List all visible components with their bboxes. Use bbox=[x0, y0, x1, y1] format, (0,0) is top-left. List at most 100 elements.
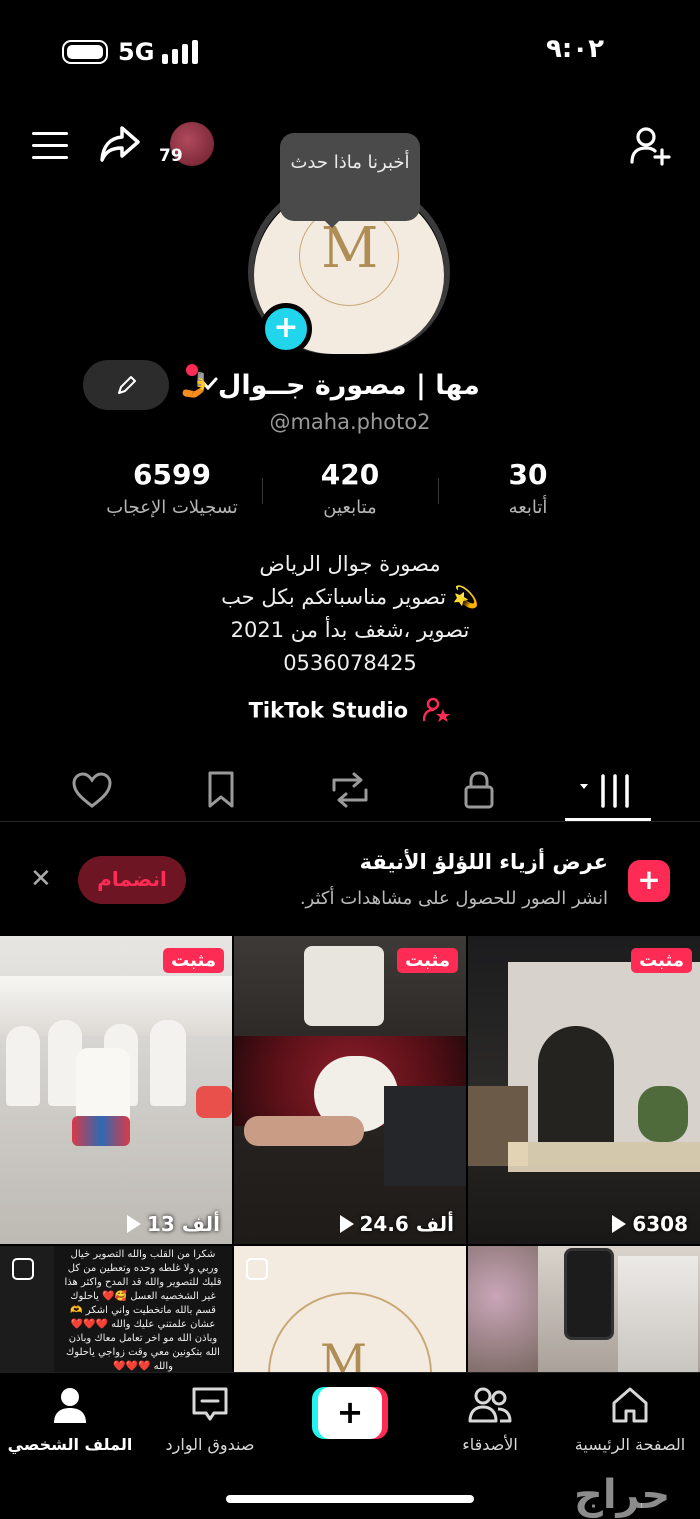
tab-reposts[interactable] bbox=[320, 768, 380, 812]
stat-following-label: أتابعه bbox=[508, 497, 548, 518]
stat-followers[interactable]: 420 متابعين bbox=[250, 458, 450, 518]
pinned-badge: مثبت bbox=[163, 948, 224, 973]
thumb-hand bbox=[244, 1116, 364, 1146]
handle-text: @maha.photo2 bbox=[269, 410, 431, 434]
multi-photo-icon bbox=[246, 1258, 268, 1280]
tiktok-studio-link[interactable]: TikTok Studio bbox=[0, 696, 700, 727]
studio-user-star-icon bbox=[423, 696, 451, 727]
photo-thumbnail[interactable]: M bbox=[234, 1246, 466, 1372]
nav-inbox-label: صندوق الوارد bbox=[165, 1435, 255, 1454]
view-count-text: 24.6 ألف bbox=[359, 1212, 455, 1236]
play-icon bbox=[612, 1215, 627, 1233]
nav-home[interactable]: الصفحة الرئيسية bbox=[560, 1385, 700, 1454]
tab-liked[interactable] bbox=[62, 768, 122, 812]
thumb-suit bbox=[384, 1086, 466, 1186]
tooltip-tail bbox=[322, 218, 342, 228]
home-indicator bbox=[226, 1495, 474, 1503]
nav-friends[interactable]: الأصدقاء bbox=[420, 1385, 560, 1454]
bio-phone[interactable]: 0536078425 bbox=[0, 647, 700, 680]
haraj-watermark: حراج bbox=[574, 1472, 671, 1518]
promo-subtitle: انشر الصور للحصول على مشاهدات أكثر. bbox=[299, 888, 608, 909]
thumb-phone bbox=[564, 1248, 614, 1340]
edit-profile-button[interactable] bbox=[83, 360, 169, 410]
thumb-dress-pattern bbox=[72, 1116, 130, 1146]
status-time: ٩:٠٢ bbox=[546, 34, 605, 64]
home-icon bbox=[612, 1387, 648, 1423]
nav-inbox[interactable]: صندوق الوارد bbox=[140, 1385, 280, 1454]
tab-private[interactable] bbox=[449, 768, 509, 812]
thumb-figure bbox=[76, 1048, 130, 1124]
view-count: 6308 bbox=[612, 1212, 688, 1236]
bio-line: تصوير ،شغف بدأ من 2021 bbox=[230, 618, 470, 642]
share-icon[interactable] bbox=[98, 124, 142, 168]
promo-title: عرض أزياء اللؤلؤ الأنيقة bbox=[359, 850, 608, 874]
close-icon[interactable]: ✕ bbox=[30, 864, 52, 894]
thumb-figure bbox=[150, 1020, 186, 1106]
stat-followers-label: متابعين bbox=[323, 497, 377, 518]
add-story-button[interactable]: + bbox=[260, 303, 312, 355]
thumb-logo-monogram-icon: M bbox=[320, 1334, 368, 1372]
tab-saved[interactable] bbox=[191, 768, 251, 812]
nav-profile[interactable]: الملف الشخصي bbox=[0, 1385, 140, 1454]
profile-bio: مصورة جوال الرياض تصوير مناسباتكم بكل حب… bbox=[0, 548, 700, 680]
video-thumbnail[interactable]: مثبت 6308 bbox=[468, 936, 700, 1244]
selfie-emoji: 🤳 bbox=[180, 371, 210, 399]
profile-handle: @maha.photo2 bbox=[0, 410, 700, 434]
view-count-text: 13 ألف bbox=[147, 1212, 220, 1236]
nav-profile-label: الملف الشخصي bbox=[7, 1435, 133, 1454]
tab-videos[interactable] bbox=[578, 768, 638, 812]
stat-followers-value: 420 bbox=[320, 458, 380, 491]
multi-photo-icon bbox=[12, 1258, 34, 1280]
profile-name: مها | مصورة جــوال bbox=[217, 369, 480, 401]
notification-count: 79 bbox=[159, 146, 183, 166]
create-button[interactable]: + bbox=[312, 1387, 388, 1439]
nav-friends-label: الأصدقاء bbox=[462, 1435, 518, 1454]
network-type: 5G bbox=[118, 38, 155, 66]
video-thumbnail[interactable]: مثبت 24.6 ألف bbox=[234, 936, 466, 1244]
studio-label: TikTok Studio bbox=[248, 698, 409, 723]
promo-banner[interactable]: + عرض أزياء اللؤلؤ الأنيقة انشر الصور لل… bbox=[0, 830, 700, 930]
thumb-light bbox=[508, 1142, 700, 1172]
heart-icon bbox=[72, 772, 112, 808]
person-icon bbox=[54, 1388, 86, 1423]
video-thumbnail[interactable] bbox=[468, 1246, 700, 1372]
pinned-badge: مثبت bbox=[631, 948, 692, 973]
photo-thumbnail[interactable]: شكرا من القلب والله التصوير خيال وربي ول… bbox=[0, 1246, 232, 1372]
thumb-figure bbox=[6, 1026, 40, 1106]
thumb-flowers bbox=[196, 1086, 232, 1118]
stat-likes-value: 6599 bbox=[133, 458, 211, 491]
plus-icon: + bbox=[318, 1387, 382, 1439]
join-button[interactable]: انضمام bbox=[78, 856, 186, 904]
menu-icon[interactable] bbox=[32, 132, 68, 160]
stat-likes-label: تسجيلات الإعجاب bbox=[106, 497, 238, 518]
view-count: 13 ألف bbox=[127, 1212, 220, 1236]
bio-line: مصورة جوال الرياض bbox=[259, 552, 441, 576]
view-count: 24.6 ألف bbox=[339, 1212, 455, 1236]
lock-icon bbox=[464, 771, 494, 809]
battery-icon bbox=[62, 40, 108, 64]
signal-icon bbox=[162, 40, 202, 64]
thumb-flowers bbox=[468, 1246, 538, 1372]
thumb-plant bbox=[638, 1086, 688, 1142]
thumb-arch bbox=[538, 1026, 614, 1142]
pinned-badge: مثبت bbox=[397, 948, 458, 973]
promo-plus-icon: + bbox=[628, 860, 670, 902]
status-tooltip[interactable]: أخبرنا ماذا حدث bbox=[280, 133, 420, 221]
grid-icon bbox=[580, 774, 629, 808]
stat-likes[interactable]: 6599 تسجيلات الإعجاب bbox=[72, 458, 272, 518]
video-thumbnail[interactable]: مثبت 13 ألف bbox=[0, 936, 232, 1244]
bookmark-icon bbox=[208, 771, 234, 808]
bio-line: تصوير مناسباتكم بكل حب 💫 bbox=[221, 585, 479, 609]
nav-home-label: الصفحة الرئيسية bbox=[574, 1435, 686, 1454]
profile-name-row: مها | مصورة جــوال 🤳 bbox=[180, 360, 520, 410]
stat-following[interactable]: 30 أتابعه bbox=[428, 458, 628, 518]
active-tab-indicator bbox=[565, 818, 651, 821]
content-tabs bbox=[0, 760, 700, 822]
add-user-icon[interactable] bbox=[628, 124, 672, 172]
stat-following-value: 30 bbox=[508, 458, 548, 491]
thumb-note-text: شكرا من القلب والله التصوير خيال وربي ول… bbox=[54, 1246, 232, 1372]
play-icon bbox=[127, 1215, 142, 1233]
thumb-centerpiece bbox=[304, 946, 384, 1026]
inbox-icon bbox=[192, 1387, 228, 1421]
friends-icon bbox=[468, 1387, 512, 1423]
